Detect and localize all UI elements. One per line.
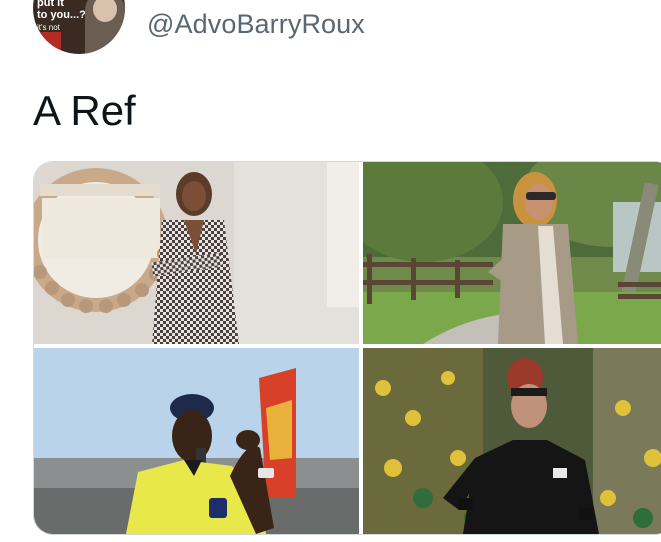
photo-3[interactable]	[34, 348, 359, 534]
avatar-text: to you...?	[37, 9, 86, 21]
avatar-text: put it	[37, 0, 64, 9]
author-handle[interactable]: @AdvoBarryRoux	[147, 9, 365, 40]
photo-2[interactable]	[363, 162, 661, 344]
tweet-text: A Ref	[33, 87, 136, 134]
avatar-figure	[85, 0, 125, 54]
photo-1[interactable]	[34, 162, 359, 344]
media-grid	[33, 161, 661, 535]
avatar-badge	[37, 32, 61, 52]
photo-4[interactable]	[363, 348, 661, 534]
avatar[interactable]: put it to you...? it's not	[33, 0, 125, 54]
